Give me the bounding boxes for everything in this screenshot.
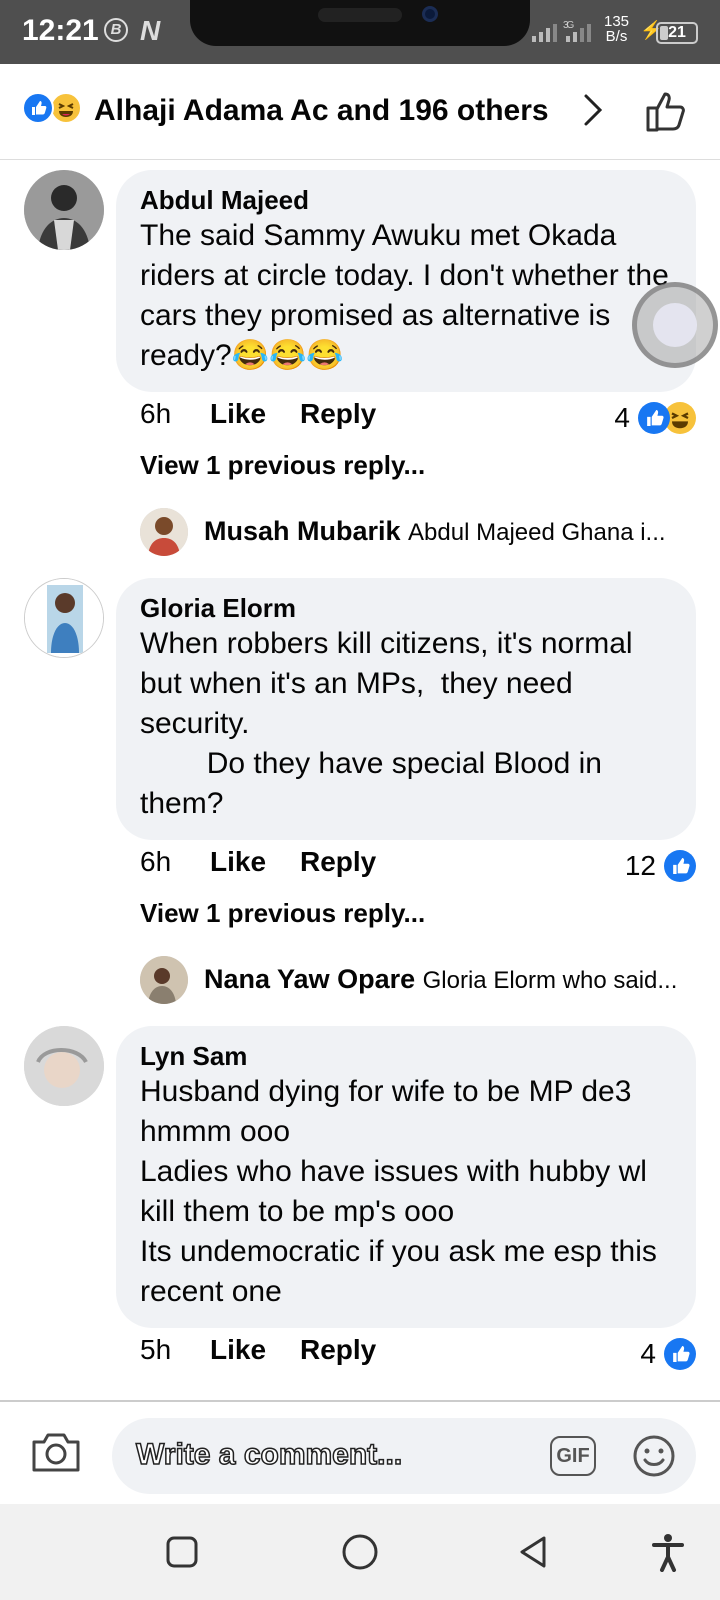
comment-time: 6h [140, 846, 172, 877]
reply-author[interactable]: Nana Yaw Opare [204, 964, 415, 994]
reply-button[interactable]: Reply [300, 1334, 376, 1366]
smiley-icon [633, 1435, 675, 1477]
front-camera-icon [422, 6, 438, 22]
home-button[interactable] [340, 1532, 380, 1577]
like-reaction-icon [638, 402, 670, 434]
view-previous-replies[interactable]: View 1 previous reply... [140, 898, 425, 929]
signal-icon: 3G [530, 18, 594, 49]
like-reaction-icon [664, 1338, 696, 1370]
touch-indicator [632, 282, 718, 368]
comment-time: 5h [140, 1334, 172, 1365]
camera-notch [190, 0, 530, 46]
avatar[interactable] [24, 578, 104, 658]
like-button[interactable]: Like [210, 1334, 266, 1366]
avatar[interactable] [24, 1026, 104, 1106]
recents-icon [166, 1536, 198, 1568]
comment-bubble[interactable]: Lyn Sam Husband dying for wife to be MP … [116, 1026, 696, 1328]
like-button[interactable]: Like [210, 398, 266, 430]
avatar[interactable] [24, 170, 104, 250]
comment-composer: Write a comment... GIF [0, 1400, 720, 1504]
comment-author[interactable]: Gloria Elorm [140, 592, 672, 624]
chevron-right-icon[interactable] [574, 92, 610, 128]
reply-text: Abdul Majeed Ghana i... [408, 519, 666, 546]
comment-author[interactable]: Abdul Majeed [140, 184, 672, 216]
comment-actions: 6h Like Reply 4 [140, 398, 696, 438]
thumbs-up-icon [646, 92, 685, 132]
comment-author[interactable]: Lyn Sam [140, 1040, 672, 1072]
accessibility-button[interactable] [648, 1532, 688, 1577]
reply-button[interactable]: Reply [300, 398, 376, 430]
battery-level: 21 [668, 24, 686, 41]
reactors-summary[interactable]: Alhaji Adama Ac and 196 others [94, 94, 549, 128]
comment-bubble[interactable]: Abdul Majeed The said Sammy Awuku met Ok… [116, 170, 696, 392]
reaction-count[interactable]: 12 [625, 846, 696, 886]
haha-reaction-icon [50, 92, 82, 124]
back-button[interactable] [516, 1534, 552, 1575]
gif-button[interactable]: GIF [550, 1436, 596, 1476]
reply-button[interactable]: Reply [300, 846, 376, 878]
like-button[interactable]: Like [210, 846, 266, 878]
svg-text:3G: 3G [563, 20, 575, 31]
accessibility-icon [652, 1534, 684, 1572]
camera-icon [32, 1433, 80, 1472]
reaction-count[interactable]: 4 [640, 1334, 696, 1374]
home-circle-icon [342, 1534, 378, 1570]
like-post-button[interactable] [644, 88, 690, 134]
comment-text: Husband dying for wife to be MP de3 hmmm… [140, 1075, 657, 1308]
comment-time: 6h [140, 398, 172, 429]
clock: 12:21 [22, 14, 99, 47]
comment-actions: 6h Like Reply 12 [140, 846, 696, 886]
reaction-count[interactable]: 4 [614, 398, 696, 438]
reactions-summary-bar[interactable]: Alhaji Adama Ac and 196 others [0, 64, 720, 160]
emoji-button[interactable] [632, 1434, 676, 1478]
reply-preview[interactable]: Musah Mubarik Abdul Majeed Ghana i... [140, 508, 700, 556]
view-previous-replies[interactable]: View 1 previous reply... [140, 450, 425, 481]
camera-button[interactable] [30, 1430, 82, 1482]
comment-bubble[interactable]: Gloria Elorm When robbers kill citizens,… [116, 578, 696, 840]
comment-text: When robbers kill citizens, it's normal … [140, 627, 633, 820]
status-bar: 12:21 B N 3G 135 B/s ⚡ 21 [0, 0, 720, 64]
comment-placeholder: Write a comment... [135, 1437, 403, 1472]
comment-input[interactable]: Write a comment... GIF [112, 1418, 696, 1494]
battery-icon: 21 [656, 22, 698, 44]
reaction-icons [22, 92, 88, 128]
system-nav-bar [0, 1504, 720, 1600]
reply-author[interactable]: Musah Mubarik [204, 516, 401, 546]
reply-text: Gloria Elorm who said... [422, 967, 678, 994]
comment-actions: 5h Like Reply 4 [140, 1334, 696, 1374]
network-speed: 135 B/s [604, 13, 630, 45]
comments-sheet: Alhaji Adama Ac and 196 others Abdul Maj… [0, 64, 720, 1504]
n-icon: N [140, 15, 161, 46]
b-circle-icon: B [104, 18, 128, 42]
recents-button[interactable] [164, 1534, 200, 1575]
avatar[interactable] [140, 956, 188, 1004]
like-reaction-icon [22, 92, 54, 124]
like-reaction-icon [664, 850, 696, 882]
avatar[interactable] [140, 508, 188, 556]
reply-preview[interactable]: Nana Yaw Opare Gloria Elorm who said... [140, 956, 700, 1004]
comment-text: The said Sammy Awuku met Okada riders at… [140, 219, 678, 372]
back-triangle-icon [520, 1536, 546, 1568]
